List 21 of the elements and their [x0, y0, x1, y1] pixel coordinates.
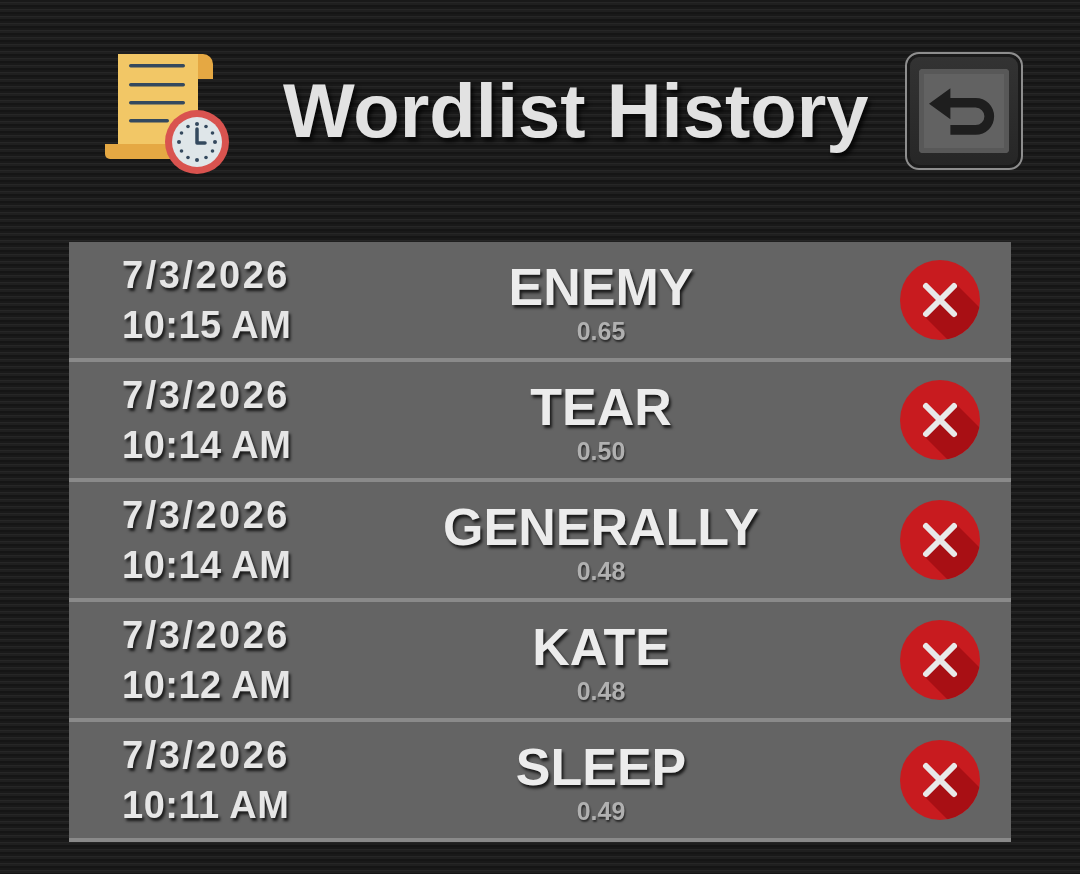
back-button[interactable]: [905, 52, 1023, 170]
entry-date: 7/3/2026: [122, 496, 290, 534]
entry-time: 10:14 AM: [122, 546, 292, 584]
entry-score: 0.65: [576, 318, 626, 344]
entry-word: TEAR: [530, 380, 672, 433]
entry-word: SLEEP: [515, 740, 687, 793]
entry-date: 7/3/2026: [122, 376, 290, 414]
entry-date: 7/3/2026: [122, 616, 290, 654]
entry-word: ENEMY: [508, 260, 694, 313]
entry-date: 7/3/2026: [122, 736, 290, 774]
entry-score: 0.48: [576, 678, 626, 704]
entry-time: 10:11 AM: [122, 786, 290, 824]
entry-word: GENERALLY: [443, 500, 759, 553]
entry-time: 10:14 AM: [122, 426, 292, 464]
entry-word: KATE: [532, 620, 670, 673]
entry-time: 10:15 AM: [122, 306, 292, 344]
entry-date: 7/3/2026: [122, 256, 290, 294]
entry-score: 0.49: [576, 798, 626, 824]
entry-score: 0.48: [576, 558, 626, 584]
entry-score: 0.50: [576, 438, 626, 464]
entry-time: 10:12 AM: [122, 666, 292, 704]
